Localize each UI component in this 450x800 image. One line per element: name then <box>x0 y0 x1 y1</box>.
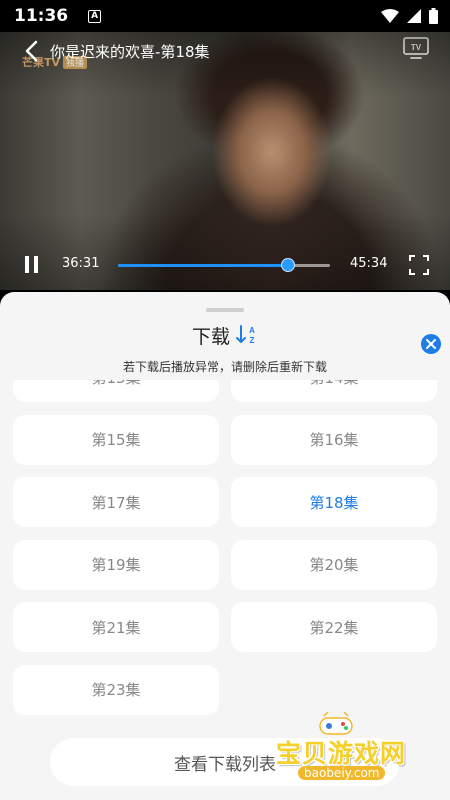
download-notice: 若下载后播放异常，请删除后重新下载 <box>122 360 327 374</box>
sort-icon[interactable]: A Z <box>236 323 258 347</box>
episode-item[interactable]: 第19集 <box>13 539 219 590</box>
fullscreen-icon <box>409 255 429 275</box>
episode-item[interactable]: 第13集 <box>13 380 219 402</box>
total-time: 45:34 <box>350 256 388 271</box>
close-icon <box>426 339 436 349</box>
episode-item[interactable]: 第17集 <box>13 477 219 527</box>
current-time: 36:31 <box>62 256 100 271</box>
sheet-header: 下载 A Z <box>0 320 450 350</box>
status-time: 11:36 <box>14 6 69 26</box>
back-button[interactable] <box>16 36 46 66</box>
progress-fill <box>118 264 288 267</box>
progress-thumb[interactable] <box>280 258 295 272</box>
battery-icon <box>429 8 438 24</box>
chevron-left-icon <box>25 40 38 62</box>
site-watermark-name: 宝贝游戏网 <box>276 739 407 768</box>
episode-grid[interactable]: 第13集第14集第15集第16集第17集第18集第19集第20集第21集第22集… <box>0 380 450 730</box>
wifi-icon <box>381 9 399 23</box>
episode-item[interactable]: 第22集 <box>231 602 437 652</box>
site-watermark-url: baobeiy.com <box>298 766 386 780</box>
signal-icon <box>407 9 421 23</box>
episode-item[interactable]: 第20集 <box>231 539 437 590</box>
player-top-bar: 你是迟来的欢喜-第18集 <box>0 36 450 66</box>
episode-item[interactable]: 第23集 <box>13 664 219 715</box>
episode-item[interactable]: 第21集 <box>13 602 219 652</box>
video-player[interactable]: 芒果TV 独播 你是迟来的欢喜-第18集 TV 36:31 45:34 <box>0 32 450 290</box>
episode-item[interactable]: 第14集 <box>231 380 437 402</box>
fullscreen-button[interactable] <box>408 254 430 276</box>
player-controls: 36:31 45:34 <box>0 250 450 280</box>
site-watermark: 宝贝游戏网 baobeiy.com <box>274 706 424 786</box>
video-title: 你是迟来的欢喜-第18集 <box>50 42 210 61</box>
drag-handle[interactable] <box>206 308 244 312</box>
svg-text:Z: Z <box>250 336 255 345</box>
sheet-title: 下载 <box>191 325 230 348</box>
episode-item[interactable]: 第16集 <box>231 414 437 465</box>
close-button[interactable] <box>421 334 441 354</box>
svg-text:A: A <box>249 326 255 335</box>
episode-item[interactable]: 第15集 <box>13 414 219 465</box>
notification-icon: A <box>88 9 102 23</box>
episode-item[interactable]: 第18集 <box>231 477 437 527</box>
pause-button[interactable] <box>22 254 42 276</box>
progress-bar[interactable] <box>118 258 330 272</box>
status-bar: 11:36 A <box>0 0 450 32</box>
